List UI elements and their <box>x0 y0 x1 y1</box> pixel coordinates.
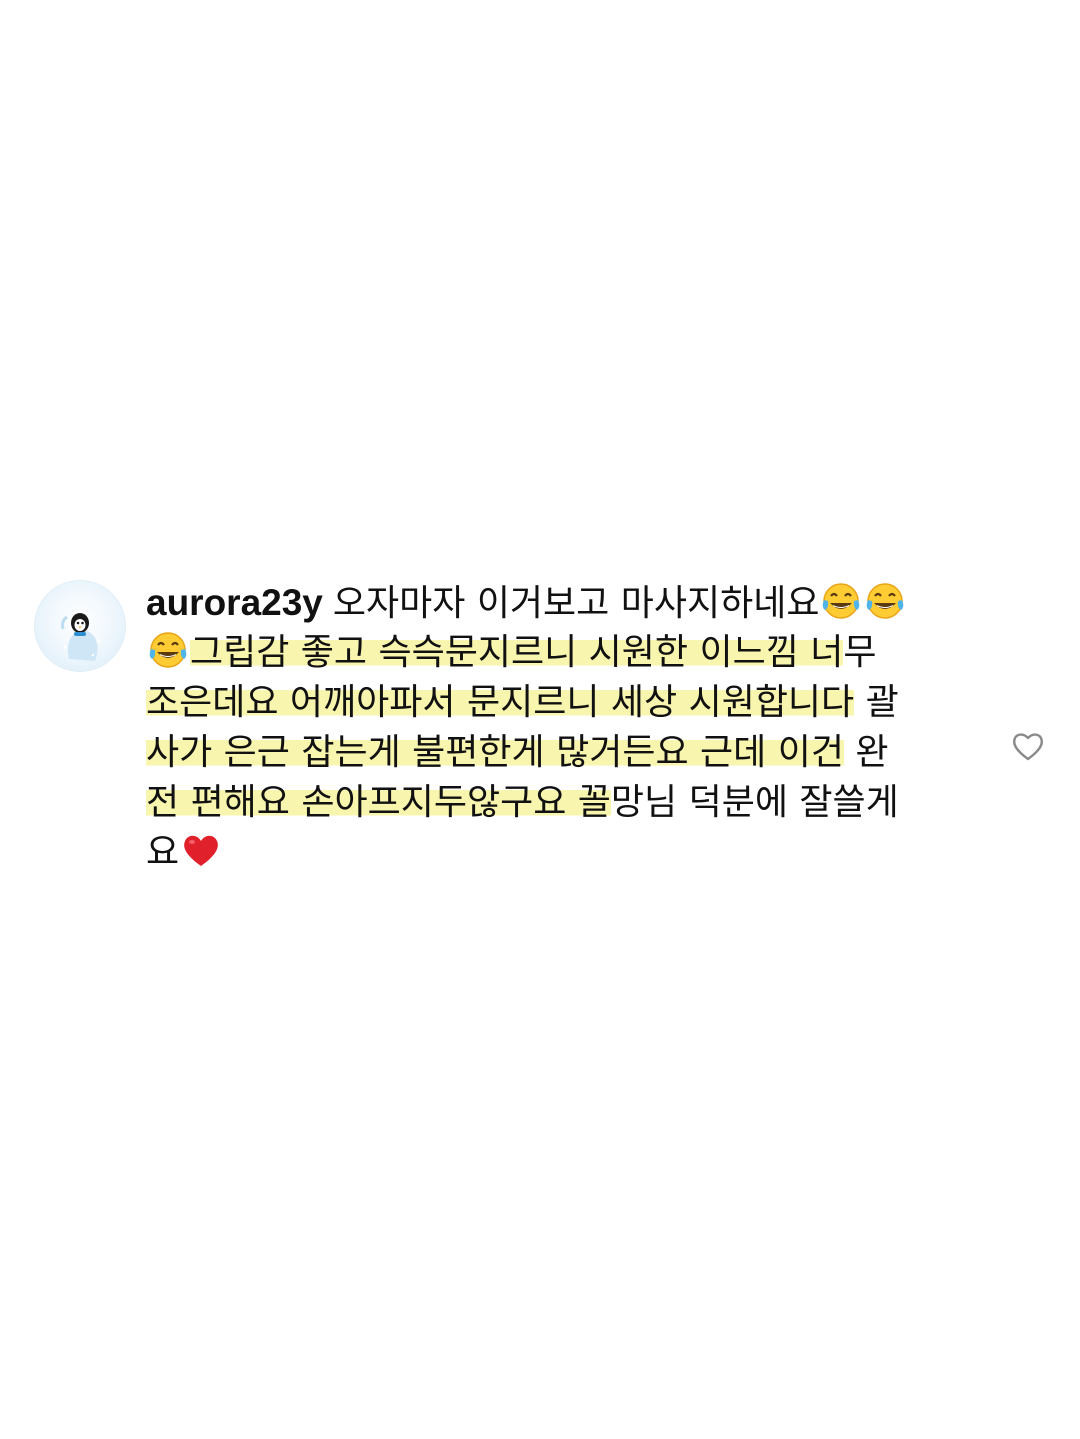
comment-line: aurora23y 오자마자 이거보고 마사지하네요 <box>146 578 966 628</box>
comment-text-segment: 완 <box>843 732 889 773</box>
comment-line: 요 <box>146 828 966 878</box>
highlighted-text: 조은데요 어깨아파서 문지르니 세상 시원합니다 <box>146 682 855 723</box>
tears-of-joy-emoji-icon <box>149 632 187 668</box>
comment-text-segment: 무 <box>843 632 877 673</box>
comment-text-segment: 망님 덕분에 잘쓸게 <box>610 782 899 823</box>
highlighted-text: 전 편해요 손아프지두않구요 꼴 <box>146 782 611 823</box>
heart-outline-icon <box>1013 733 1043 761</box>
comment-text-segment: 요 <box>146 832 180 873</box>
comment-username[interactable]: aurora23y <box>146 582 323 623</box>
tears-of-joy-emoji-icon <box>867 583 904 619</box>
tears-of-joy-emoji-icon <box>823 583 860 619</box>
comment-line: 조은데요 어깨아파서 문지르니 세상 시원합니다 괄 <box>146 678 966 728</box>
like-button[interactable] <box>1010 728 1046 764</box>
comment-line: 전 편해요 손아프지두않구요 꼴망님 덕분에 잘쓸게 <box>146 778 966 828</box>
comment-text-segment: 오자마자 이거보고 마사지하네요 <box>332 583 820 624</box>
penguin-avatar-icon <box>61 613 101 661</box>
comment-line: 그립감 좋고 슥슥문지르니 시원한 이느낌 너무 <box>146 628 966 678</box>
comment-text-segment: 괄 <box>854 682 899 723</box>
highlighted-text: 그립감 좋고 슥슥문지르니 시원한 이느낌 너 <box>190 632 844 673</box>
red-heart-emoji-icon <box>184 835 218 866</box>
avatar[interactable] <box>34 580 126 672</box>
comment-text: aurora23y 오자마자 이거보고 마사지하네요 그립감 좋고 슥슥문지르니… <box>146 578 966 878</box>
highlighted-text: 사가 은근 잡는게 불편한게 많거든요 근데 이건 <box>146 732 844 773</box>
comment-line: 사가 은근 잡는게 불편한게 많거든요 근데 이건 완 <box>146 728 966 778</box>
